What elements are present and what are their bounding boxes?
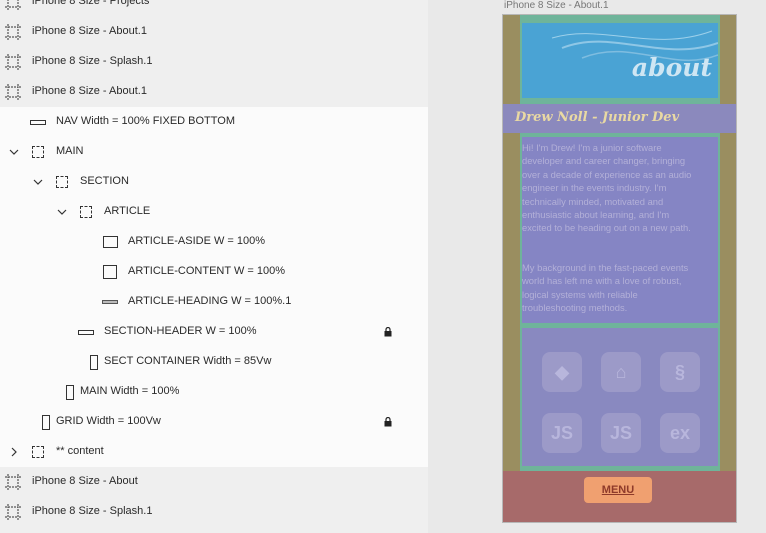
python-icon: §: [660, 352, 700, 392]
layer-row[interactable]: iPhone 8 Size - Splash.1: [0, 497, 428, 527]
layer-row[interactable]: ** content: [0, 437, 428, 467]
group-icon: [30, 144, 46, 160]
layer-row[interactable]: iPhone 8 Size - About.1: [0, 77, 428, 107]
layer-row[interactable]: ARTICLE-HEADING W = 100%.1: [0, 287, 428, 317]
artboard-icon: [5, 504, 21, 520]
layer-row[interactable]: GRID Width = 100Vw: [0, 407, 428, 437]
layer-row[interactable]: SECTION-HEADER W = 100%: [0, 317, 428, 347]
layer-row[interactable]: iPhone 8 Size - About: [0, 467, 428, 497]
rails-icon: ⌂: [601, 352, 641, 392]
chevron-down-icon[interactable]: [32, 176, 44, 188]
hero-title: about: [631, 53, 712, 82]
layer-label: SECTION-HEADER W = 100%: [104, 325, 257, 337]
chevron-down-icon[interactable]: [56, 206, 68, 218]
article-aside-tech-icons: ◆ ⌂ § JS JS ex: [522, 328, 718, 466]
rectangle-square-icon: [102, 264, 118, 280]
layer-row[interactable]: ARTICLE-CONTENT W = 100%: [0, 257, 428, 287]
javascript-icon: JS: [542, 413, 582, 453]
nodejs-icon: JS: [601, 413, 641, 453]
group-icon: [78, 204, 94, 220]
express-icon: ex: [660, 413, 700, 453]
layer-row[interactable]: iPhone 8 Size - Splash.1: [0, 47, 428, 77]
layer-label: iPhone 8 Size - About: [32, 475, 138, 487]
layer-row[interactable]: SECTION: [0, 167, 428, 197]
layer-label: NAV Width = 100% FIXED BOTTOM: [56, 115, 236, 127]
layer-label: SECTION: [80, 175, 129, 187]
layer-label: ARTICLE-HEADING W = 100%.1: [128, 295, 292, 307]
artboard-icon: [5, 54, 21, 70]
intro-paragraph: Hi! I'm Drew! I'm a junior software deve…: [522, 142, 692, 234]
rectangle-wide-icon: [30, 114, 46, 130]
layer-label: MAIN Width = 100%: [80, 385, 180, 397]
layer-label: iPhone 8 Size - About.1: [32, 85, 147, 97]
layer-row[interactable]: MAIN Width = 100%: [0, 377, 428, 407]
artboard-icon: [5, 0, 21, 10]
chevron-down-icon[interactable]: [8, 146, 20, 158]
layer-label: MAIN: [56, 145, 84, 157]
rectangle-thin-icon: [102, 294, 118, 310]
layer-label: iPhone 8 Size - Splash.1: [32, 55, 153, 67]
layer-row[interactable]: ARTICLE-ASIDE W = 100%: [0, 227, 428, 257]
artboard-title[interactable]: iPhone 8 Size - About.1: [504, 0, 609, 11]
layer-label: ARTICLE-ASIDE W = 100%: [128, 235, 266, 247]
lock-icon[interactable]: [384, 326, 394, 337]
rectangle-tall-icon: [38, 414, 54, 430]
rectangle-tall-icon: [86, 354, 102, 370]
layer-label: iPhone 8 Size - About.1: [32, 25, 147, 37]
layer-label: iPhone 8 Size - Projects: [32, 0, 150, 7]
layer-row[interactable]: iPhone 8 Size - About.1: [0, 17, 428, 47]
background-paragraph: My background in the fast-paced events w…: [522, 262, 689, 314]
article-content: Hi! I'm Drew! I'm a junior software deve…: [522, 137, 718, 323]
group-icon: [30, 444, 46, 460]
artboard-about[interactable]: about Drew Noll - Junior Dev Hi! I'm Dre…: [502, 14, 737, 523]
article-heading-bar: Drew Noll - Junior Dev: [503, 104, 736, 133]
rectangle-wide-icon: [78, 324, 94, 340]
menu-button[interactable]: MENU: [584, 477, 652, 503]
layer-label: iPhone 8 Size - Splash.1: [32, 505, 153, 517]
rectangle-tall-icon: [62, 384, 78, 400]
layer-row[interactable]: iPhone 8 Size - Projects: [0, 0, 428, 17]
section-header-hero: about: [522, 23, 718, 98]
layer-label: SECT CONTAINER Width = 85Vw: [104, 355, 272, 367]
article-heading: Drew Noll - Junior Dev: [515, 110, 680, 125]
layer-label: ** content: [56, 445, 104, 457]
rectangle-icon: [102, 234, 118, 250]
layer-label: GRID Width = 100Vw: [56, 415, 161, 427]
layer-row[interactable]: MAIN: [0, 137, 428, 167]
layer-label: ARTICLE-CONTENT W = 100%: [128, 265, 285, 277]
artboard-icon: [5, 84, 21, 100]
layer-row[interactable]: SECT CONTAINER Width = 85Vw: [0, 347, 428, 377]
layers-panel: iPhone 8 Size - Projects iPhone 8 Size - …: [0, 0, 428, 533]
layer-row[interactable]: NAV Width = 100% FIXED BOTTOM: [0, 107, 428, 137]
ruby-icon: ◆: [542, 352, 582, 392]
group-icon: [54, 174, 70, 190]
layer-row[interactable]: ARTICLE: [0, 197, 428, 227]
lock-icon[interactable]: [384, 416, 394, 427]
chevron-right-icon[interactable]: [8, 446, 20, 458]
layer-label: ARTICLE: [104, 205, 151, 217]
artboard-icon: [5, 474, 21, 490]
nav-bar: MENU: [503, 471, 736, 522]
artboard-icon: [5, 24, 21, 40]
